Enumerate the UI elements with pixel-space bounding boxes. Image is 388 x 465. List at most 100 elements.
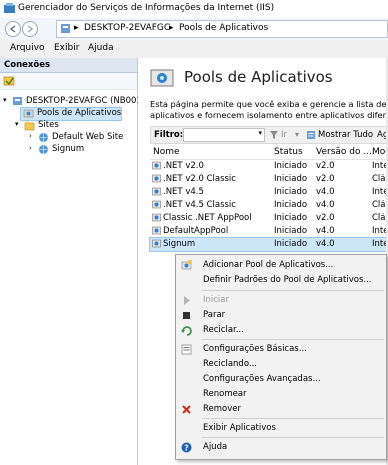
table-row[interactable]: .NET v4.5 ClassicIniciadov4.0Clás — [150, 199, 388, 212]
expand-chevron-icon[interactable]: › — [29, 144, 32, 152]
app-pool-icon — [152, 213, 161, 222]
cell-version: v4.0 — [316, 226, 335, 236]
filter-label: Filtro: — [154, 130, 184, 140]
connect-icon[interactable] — [3, 75, 15, 87]
cell-name: Signum — [163, 239, 196, 249]
expand-chevron-icon[interactable]: ▾ — [15, 120, 19, 128]
cell-name: .NET v4.5 — [163, 187, 204, 197]
table-row[interactable]: DefaultAppPool Iniciado v4.0 Inte — [150, 225, 388, 238]
show-all-icon[interactable] — [306, 130, 316, 140]
cell-status: Iniciado — [274, 213, 308, 223]
dropdown-arrow-icon[interactable]: ▾ — [258, 129, 262, 137]
cell-name: .NET v2.0 — [163, 161, 204, 171]
menu-item-remove[interactable]: Remover — [176, 402, 386, 417]
cell-version: v4.0 — [316, 239, 335, 249]
cell-version: v2.0 — [316, 174, 335, 184]
menu-ajuda[interactable]: Ajuda — [88, 43, 114, 53]
grid-header: Nome Status Versão do ... Mod — [150, 144, 388, 160]
cell-name: .NET v2.0 Classic — [163, 174, 236, 184]
path-separator-icon: ▸ — [169, 23, 174, 33]
column-header-version[interactable]: Versão do ... — [316, 147, 372, 157]
cell-status: Iniciado — [274, 187, 308, 197]
start-play-icon — [184, 296, 190, 305]
window-title: Gerenciador do Serviços de Informações d… — [18, 3, 275, 13]
menu-item-start[interactable]: Iniciar — [176, 293, 386, 308]
menu-item-advanced-settings[interactable]: Configurações Avançadas... — [176, 372, 386, 387]
filter-bar: Filtro: ▾ Ir ▾ Mostrar Tudo Agr — [150, 126, 388, 144]
app-pool-icon — [152, 174, 161, 183]
globe-icon — [39, 145, 48, 154]
expand-chevron-icon[interactable]: ▾ — [3, 96, 7, 104]
connections-header: Conexões — [0, 58, 137, 73]
context-menu: Adicionar Pool de Aplicativos... Definir… — [175, 254, 387, 460]
go-filter-icon[interactable] — [269, 130, 279, 140]
forward-button[interactable] — [22, 21, 38, 37]
menu-item-recycle[interactable]: Reciclar... — [176, 323, 386, 338]
menu-exibir[interactable]: Exibir — [54, 43, 79, 53]
tree-item-pools[interactable]: Pools de Aplicativos — [20, 107, 122, 121]
menu-item-help[interactable]: ? Ajuda — [176, 440, 386, 455]
show-all-button[interactable]: Mostrar Tudo — [318, 130, 373, 140]
cell-version: v4.0 — [316, 187, 335, 197]
forward-arrow-icon — [27, 25, 34, 33]
menu-item-stop[interactable]: Parar — [176, 308, 386, 323]
cell-version: v4.0 — [316, 200, 335, 210]
cell-status: Iniciado — [274, 161, 308, 171]
table-row[interactable]: Classic .NET AppPoolIniciadov2.0Clás — [150, 212, 388, 225]
go-button[interactable]: Ir — [281, 130, 287, 140]
app-pool-icon — [23, 109, 34, 118]
cell-name: .NET v4.5 Classic — [163, 200, 236, 210]
add-pool-icon — [181, 260, 192, 270]
cell-version: v2.0 — [316, 213, 335, 223]
server-icon — [13, 97, 22, 105]
recycle-icon — [181, 326, 192, 336]
path-separator-icon: ▸ — [74, 23, 79, 33]
page-description: Esta página permite que você exiba e ger… — [150, 99, 388, 120]
stop-icon — [183, 312, 190, 319]
remove-x-icon — [182, 405, 191, 414]
globe-icon — [39, 133, 48, 142]
table-row[interactable]: .NET v2.0 ClassicIniciadov2.0Clás — [150, 173, 388, 186]
cell-status: Iniciado — [274, 239, 308, 249]
menu-item-set-defaults[interactable]: Definir Padrões do Pool de Aplicativos..… — [176, 273, 386, 288]
connections-toolbar — [0, 73, 137, 90]
svg-text:?: ? — [184, 444, 189, 453]
app-pool-icon — [152, 226, 161, 235]
cell-name: DefaultAppPool — [163, 226, 229, 236]
menu-item-view-applications[interactable]: Exibir Aplicativos — [176, 421, 386, 436]
go-dropdown-icon[interactable]: ▾ — [295, 130, 299, 139]
path-segment-pools[interactable]: Pools de Aplicativos — [179, 23, 268, 33]
app-pools-grid: Nome Status Versão do ... Mod .NET v2.0 I… — [149, 144, 388, 252]
back-button[interactable] — [5, 21, 21, 37]
iis-app-icon — [4, 3, 15, 13]
app-pool-icon — [152, 200, 161, 209]
menu-separator — [202, 290, 384, 291]
path-segment-server[interactable]: DESKTOP-2EVAFGC — [84, 23, 170, 33]
help-icon: ? — [181, 442, 192, 453]
server-icon — [61, 24, 70, 33]
menu-separator — [202, 437, 384, 438]
cell-name: Classic .NET AppPool — [163, 213, 252, 223]
menu-arquivo[interactable]: Arquivo — [10, 43, 44, 53]
settings-page-icon — [181, 344, 192, 355]
column-header-name[interactable]: Nome — [153, 147, 180, 157]
filter-input[interactable]: ▾ — [183, 128, 265, 142]
sites-folder-icon — [24, 121, 35, 131]
table-row[interactable]: Signum Iniciado v4.0 Inte — [149, 237, 388, 252]
menu-item-basic-settings[interactable]: Configurações Básicas... — [176, 342, 386, 357]
menu-bar: Arquivo Exibir Ajuda — [0, 40, 388, 59]
app-pools-large-icon — [150, 69, 174, 87]
menu-separator — [202, 418, 384, 419]
table-row[interactable]: .NET v4.5 Iniciado v4.0 Inte — [150, 186, 388, 199]
menu-item-rename[interactable]: Renomear — [176, 387, 386, 402]
menu-item-add-pool[interactable]: Adicionar Pool de Aplicativos... — [176, 258, 386, 273]
back-arrow-icon — [9, 25, 16, 33]
menu-item-recycling[interactable]: Reciclando... — [176, 357, 386, 372]
address-path[interactable]: ▸ DESKTOP-2EVAFGC ▸ Pools de Aplicativos — [56, 20, 388, 38]
cell-status: Iniciado — [274, 200, 308, 210]
column-header-status[interactable]: Status — [274, 147, 303, 157]
app-pool-icon — [152, 187, 161, 196]
table-row[interactable]: .NET v2.0 Iniciado v2.0 Inte — [150, 160, 388, 173]
cell-status: Iniciado — [274, 226, 308, 236]
expand-chevron-icon[interactable]: › — [29, 132, 32, 140]
